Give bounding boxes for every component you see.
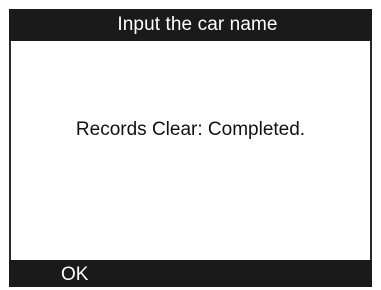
device-screen: Input the car name Records Clear: Comple… — [0, 0, 381, 287]
content-panel: Records Clear: Completed. — [9, 41, 372, 260]
soft-key-bar: OK — [9, 260, 372, 287]
ok-button[interactable]: OK — [61, 260, 88, 287]
screen-title: Input the car name — [117, 14, 278, 35]
title-bar: Input the car name — [9, 9, 372, 41]
status-message: Records Clear: Completed. — [75, 119, 306, 140]
